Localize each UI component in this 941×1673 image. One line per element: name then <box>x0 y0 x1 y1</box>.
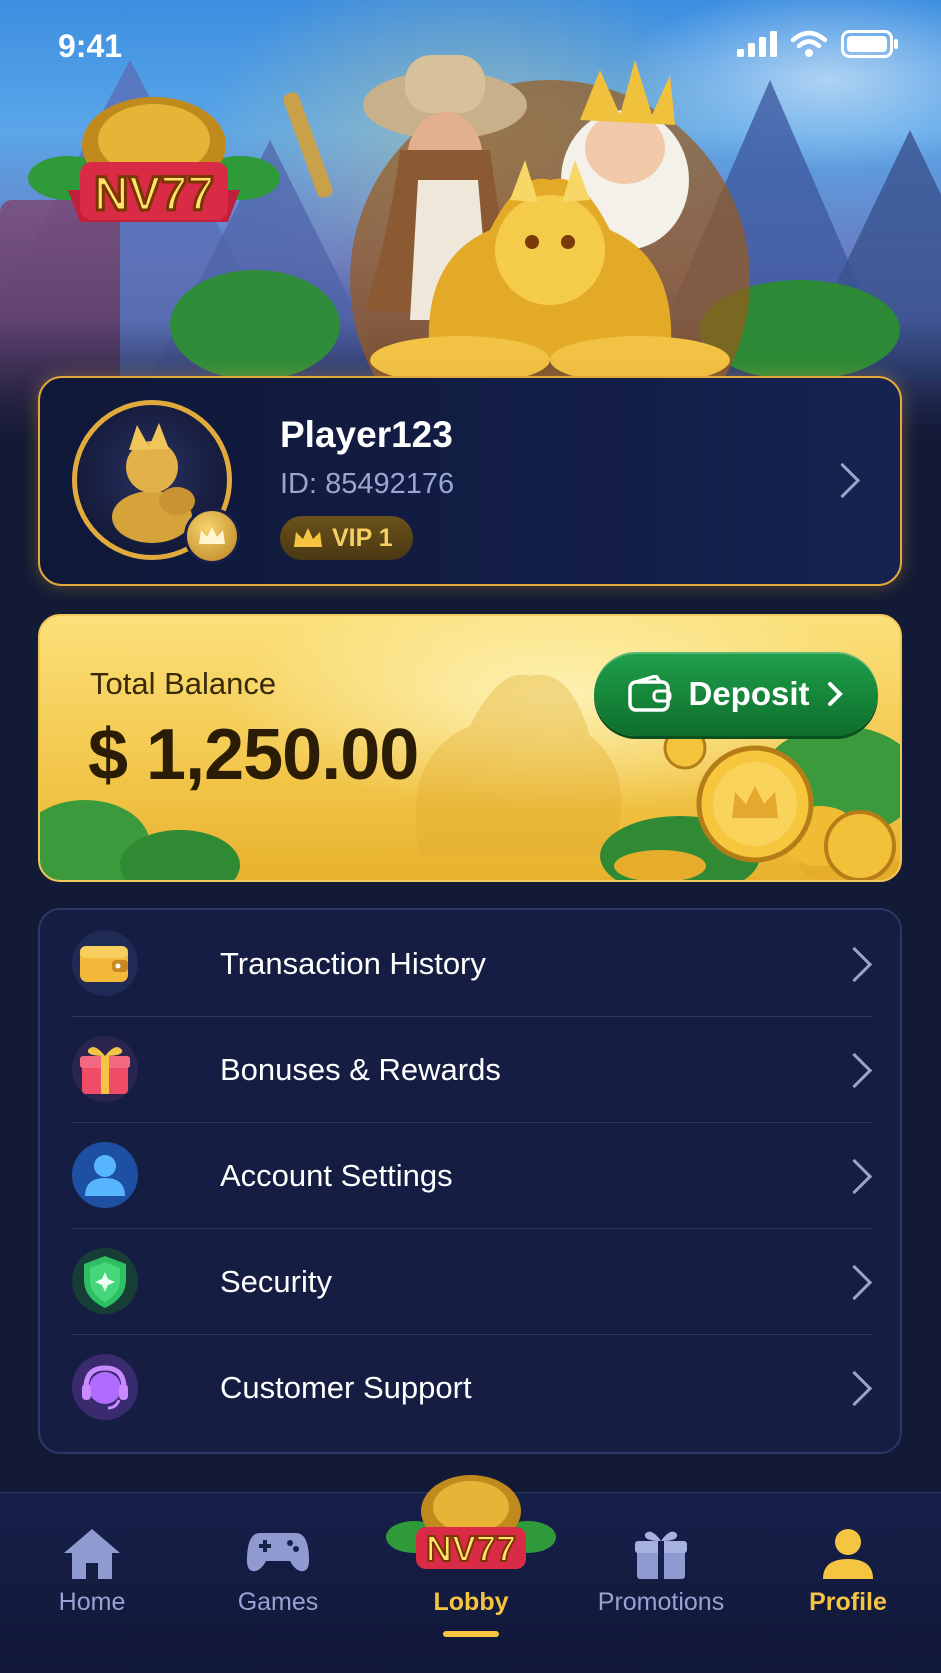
nav-label: Promotions <box>597 1588 725 1616</box>
menu-item-label: Transaction History <box>220 946 486 981</box>
player-name: Player123 <box>280 414 453 455</box>
balance-label: Total Balance <box>90 666 277 701</box>
menu-item-bonuses-rewards[interactable]: Bonuses & Rewards <box>72 1016 873 1122</box>
vip-badge: VIP 1 <box>280 516 413 560</box>
nav-label: Games <box>237 1588 319 1616</box>
gift-icon <box>72 1036 138 1102</box>
active-tab-indicator <box>443 1631 499 1637</box>
hero-banner: NV77 9:41 <box>0 0 941 440</box>
crown-icon <box>294 528 322 547</box>
nav-label: Lobby <box>433 1588 509 1616</box>
chevron-right-icon <box>836 946 873 983</box>
chevron-right-icon <box>836 1158 873 1195</box>
status-bar: 9:41 <box>0 0 941 95</box>
home-icon <box>64 1529 120 1579</box>
wallet-icon <box>628 675 672 712</box>
menu-item-label: Account Settings <box>220 1158 453 1193</box>
wallet-icon <box>72 930 138 996</box>
user-icon <box>72 1142 138 1208</box>
menu-item-label: Customer Support <box>220 1370 472 1405</box>
wifi-icon <box>791 30 827 57</box>
chevron-right-icon <box>827 682 843 706</box>
nav-label: Home <box>58 1588 126 1616</box>
nav-profile[interactable]: Profile <box>776 1493 920 1633</box>
nv77-logo: NV77 <box>28 97 280 223</box>
nav-promotions[interactable]: Promotions <box>586 1493 736 1633</box>
nav-lobby[interactable]: NV77 Lobby <box>386 1475 556 1633</box>
balance-card: Total Balance $ 1,250.00 Deposit <box>38 614 902 882</box>
vip-label: VIP 1 <box>332 523 393 552</box>
nav-label: Profile <box>809 1588 887 1616</box>
chevron-right-icon[interactable] <box>824 462 861 499</box>
menu-item-security[interactable]: Security <box>72 1228 873 1334</box>
status-time: 9:41 <box>58 28 123 64</box>
nv77-logo-icon: NV77 <box>386 1475 556 1570</box>
profile-card[interactable]: Player123 ID: 85492176 VIP 1 <box>38 376 902 586</box>
menu-item-customer-support[interactable]: Customer Support <box>72 1334 873 1440</box>
battery-icon <box>841 30 898 58</box>
coins-icon <box>614 726 900 880</box>
account-menu: Transaction History Bonuses & Rewards Ac… <box>38 908 902 1454</box>
signal-icon <box>737 31 777 57</box>
menu-item-account-settings[interactable]: Account Settings <box>72 1122 873 1228</box>
shield-icon <box>72 1248 138 1314</box>
chevron-right-icon <box>836 1052 873 1089</box>
gift-icon <box>635 1531 687 1579</box>
user-icon <box>823 1529 873 1579</box>
nav-games[interactable]: Games <box>206 1493 350 1633</box>
player-id: ID: 85492176 <box>280 468 455 500</box>
gamepad-icon <box>246 1533 310 1572</box>
deposit-label: Deposit <box>688 675 810 712</box>
bottom-navigation: Home Games NV77 Lobby Promotions Profile <box>0 1475 941 1673</box>
balance-amount: $ 1,250.00 <box>88 715 419 795</box>
deposit-button[interactable]: Deposit <box>594 652 878 736</box>
chevron-right-icon <box>836 1370 873 1407</box>
svg-text:NV77: NV77 <box>426 1528 516 1569</box>
crown-badge-icon <box>184 508 240 564</box>
logo-text: NV77 <box>94 168 214 221</box>
menu-item-label: Bonuses & Rewards <box>220 1052 501 1087</box>
menu-item-transaction-history[interactable]: Transaction History <box>72 910 873 1016</box>
nav-home[interactable]: Home <box>20 1493 164 1633</box>
menu-item-label: Security <box>220 1264 332 1299</box>
chevron-right-icon <box>836 1264 873 1301</box>
headset-icon <box>72 1354 138 1420</box>
